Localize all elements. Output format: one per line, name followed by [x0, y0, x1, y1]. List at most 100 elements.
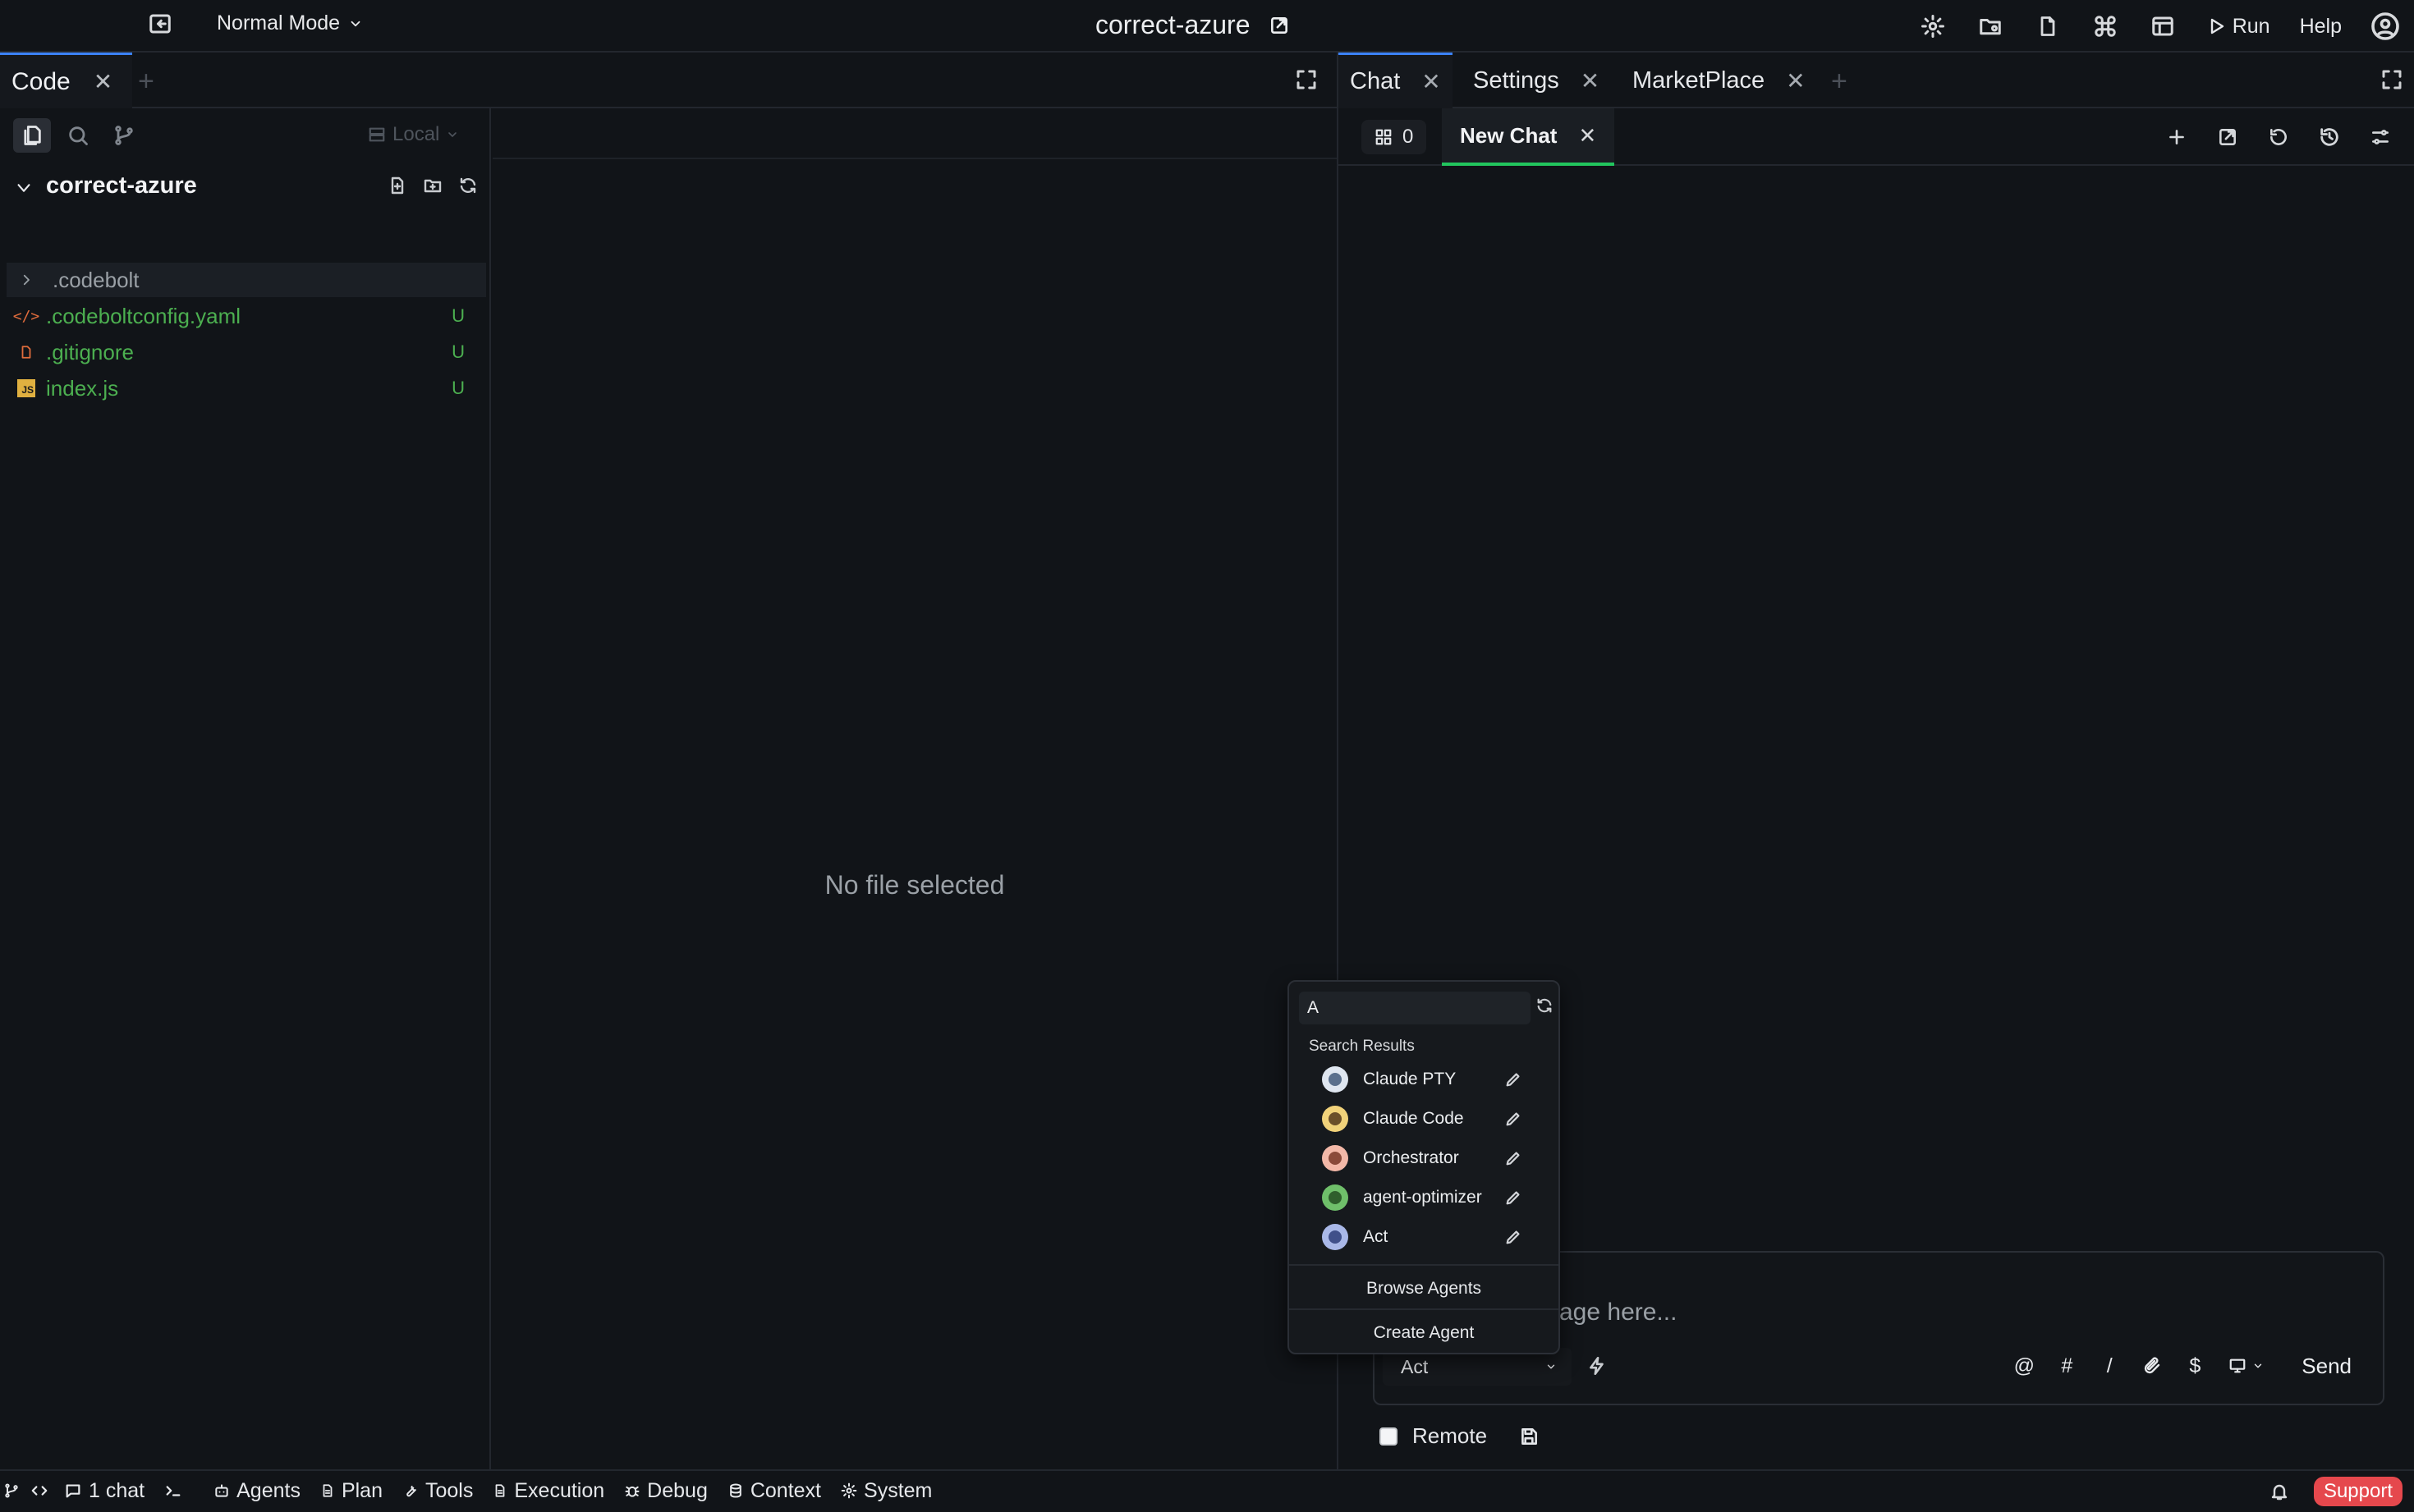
terminal-icon[interactable] [154, 1470, 192, 1511]
agent-option-agent-optimizer[interactable]: agent-optimizer [1322, 1179, 1544, 1216]
new-file-icon[interactable] [388, 176, 407, 195]
status-execution-label: Execution [514, 1478, 605, 1502]
open-external-icon[interactable] [2204, 113, 2251, 161]
chat-count-button[interactable]: 1 chat [54, 1470, 154, 1511]
dollar-button[interactable]: $ [2173, 1345, 2216, 1387]
sliders-icon[interactable] [2357, 113, 2404, 161]
divider [1289, 1308, 1558, 1310]
project-root-name[interactable]: correct-azure [46, 172, 197, 199]
slash-command-button[interactable]: / [2088, 1345, 2131, 1387]
file-name: index.js [46, 375, 119, 401]
agent-option-act[interactable]: Act [1322, 1218, 1544, 1256]
javascript-file-icon: JS [7, 379, 46, 397]
bug-icon [625, 1486, 640, 1497]
folder-settings-icon[interactable] [1962, 0, 2019, 53]
divider [1289, 1264, 1558, 1266]
new-folder-icon[interactable] [422, 176, 443, 195]
files-view-icon[interactable] [13, 118, 51, 153]
lightning-icon[interactable] [1586, 1354, 1608, 1377]
close-icon[interactable]: ✕ [1786, 67, 1805, 94]
close-icon[interactable]: ✕ [1421, 68, 1440, 95]
status-context-label: Context [750, 1478, 822, 1502]
user-account-icon[interactable] [2357, 0, 2414, 53]
file-icon[interactable] [2019, 0, 2077, 53]
fullscreen-icon[interactable] [2380, 67, 2404, 92]
wrench-icon [406, 1486, 416, 1497]
fullscreen-icon[interactable] [1294, 67, 1319, 92]
browse-agents-button[interactable]: Browse Agents [1289, 1279, 1558, 1299]
run-label: Run [2232, 14, 2270, 38]
gear-icon[interactable] [1904, 0, 1962, 53]
message-input[interactable]: sage here... [1547, 1299, 1677, 1326]
status-debug[interactable]: Debug [614, 1470, 718, 1511]
status-tools[interactable]: Tools [392, 1470, 483, 1511]
status-system[interactable]: System [831, 1470, 942, 1511]
git-branch-icon[interactable] [105, 118, 143, 153]
support-button[interactable]: Support [2313, 1477, 2403, 1506]
help-button[interactable]: Help [2285, 0, 2357, 53]
tree-item-index-js[interactable]: JS index.js U [7, 371, 486, 405]
close-icon[interactable]: ✕ [1581, 67, 1599, 94]
tab-new-chat[interactable]: New Chat ✕ [1442, 108, 1615, 166]
mention-button[interactable]: @ [2003, 1345, 2045, 1387]
git-branch-icon[interactable] [0, 1470, 25, 1511]
pencil-icon[interactable] [1504, 1070, 1522, 1088]
tab-chat[interactable]: Chat ✕ [1338, 53, 1453, 108]
gear-icon [841, 1482, 857, 1499]
remote-checkbox[interactable] [1379, 1427, 1397, 1446]
code-panel: Code ✕ + Local correct-azure .codebolt <… [0, 53, 1337, 1486]
plus-icon[interactable] [2153, 113, 2201, 161]
agent-search-input[interactable]: A [1299, 992, 1531, 1024]
history-icon[interactable] [2306, 113, 2353, 161]
tree-item-codebolt[interactable]: .codebolt [7, 263, 486, 297]
agent-option-claude-code[interactable]: Claude Code [1322, 1100, 1544, 1138]
tab-settings[interactable]: Settings ✕ [1462, 53, 1611, 108]
right-tab-bar: Chat ✕ Settings ✕ MarketPlace ✕ + [1338, 53, 2414, 108]
pencil-icon[interactable] [1504, 1110, 1522, 1128]
local-remote-selector[interactable]: Local [368, 123, 459, 146]
explorer-toolbar: Local [0, 108, 491, 159]
tab-marketplace[interactable]: MarketPlace ✕ [1621, 53, 1817, 108]
mode-selector[interactable]: Normal Mode [217, 11, 363, 35]
refresh-icon[interactable] [1535, 997, 1553, 1015]
command-icon[interactable] [2077, 0, 2134, 53]
context-count-button[interactable]: 0 [1361, 120, 1427, 154]
tab-code[interactable]: Code ✕ [0, 53, 133, 108]
save-icon[interactable] [1518, 1426, 1540, 1447]
agent-option-orchestrator[interactable]: Orchestrator [1322, 1139, 1544, 1177]
reset-icon[interactable] [2255, 113, 2302, 161]
status-execution[interactable]: Execution [483, 1470, 614, 1511]
status-agents[interactable]: Agents [204, 1470, 310, 1511]
tree-item-gitignore[interactable]: .gitignore U [7, 335, 486, 369]
status-plan[interactable]: Plan [310, 1470, 392, 1511]
close-icon[interactable]: ✕ [94, 68, 112, 95]
search-icon[interactable] [59, 118, 97, 153]
pencil-icon[interactable] [1504, 1149, 1522, 1167]
tree-item-codeboltconfig[interactable]: </> .codeboltconfig.yaml U [7, 299, 486, 333]
monitor-selector[interactable] [2216, 1345, 2275, 1387]
help-label: Help [2299, 14, 2342, 38]
layout-icon[interactable] [2134, 0, 2191, 53]
collapse-sidebar-icon[interactable] [148, 11, 172, 36]
open-external-icon[interactable] [1269, 15, 1290, 36]
pencil-icon[interactable] [1504, 1228, 1522, 1246]
add-tab-icon[interactable]: + [1831, 66, 1847, 98]
chevron-down-icon[interactable] [15, 179, 33, 197]
paperclip-icon[interactable] [2131, 1345, 2173, 1387]
status-plan-label: Plan [341, 1478, 383, 1502]
pencil-icon[interactable] [1504, 1189, 1522, 1207]
code-icon[interactable] [25, 1470, 54, 1511]
code-file-icon: </> [12, 307, 40, 325]
refresh-icon[interactable] [458, 176, 478, 195]
run-button[interactable]: Run [2191, 0, 2285, 53]
create-agent-button[interactable]: Create Agent [1289, 1323, 1558, 1343]
hashtag-button[interactable]: # [2045, 1345, 2088, 1387]
top-right-toolbar: Run Help [1904, 0, 2414, 53]
bell-icon[interactable] [2269, 1481, 2289, 1502]
close-icon[interactable]: ✕ [1578, 123, 1596, 149]
agent-option-claude-pty[interactable]: Claude PTY [1322, 1061, 1544, 1098]
database-icon [730, 1483, 741, 1498]
send-button[interactable]: Send [2287, 1345, 2366, 1387]
status-context[interactable]: Context [718, 1470, 831, 1511]
add-tab-icon[interactable]: + [138, 66, 154, 98]
